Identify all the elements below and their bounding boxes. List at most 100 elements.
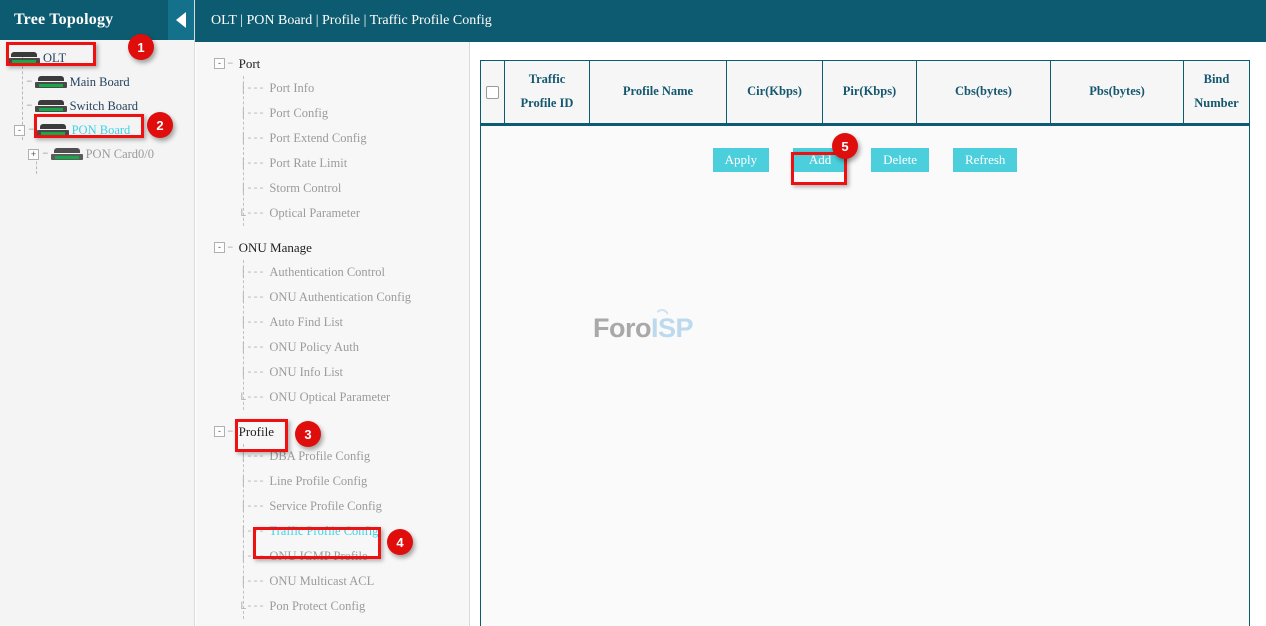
- table-header-traffic-profile-id: TrafficProfile ID: [505, 61, 590, 123]
- tree-node-main-board[interactable]: – Main Board: [0, 70, 194, 94]
- sidebar-item-label: Line Profile Config: [269, 474, 367, 489]
- sidebar-item-label: Service Profile Config: [269, 499, 381, 514]
- sidebar-item-label: Auto Find List: [269, 315, 343, 330]
- tree-expander-collapse-icon[interactable]: -: [214, 426, 225, 437]
- tree-node-label: PON Card0/0: [86, 147, 154, 162]
- nav-group-label: ONU Manage: [239, 240, 312, 256]
- chevron-left-icon: [176, 12, 186, 28]
- column-label: Cir(Kbps): [747, 80, 802, 104]
- foroisp-watermark: ForoISP: [593, 313, 703, 347]
- nav-tick-icon: |---: [240, 576, 264, 588]
- tree-node-pon-card[interactable]: + – PON Card0/0: [0, 142, 194, 166]
- sidebar-item-label: Storm Control: [269, 181, 341, 196]
- device-board-icon: [51, 148, 83, 161]
- nav-items-onu-manage: |--- Authentication Control |--- ONU Aut…: [196, 260, 469, 410]
- nav-tick-icon: |---: [240, 551, 264, 563]
- sidebar-item-optical-parameter[interactable]: L--- Optical Parameter: [196, 201, 469, 226]
- traffic-profile-panel: TrafficProfile ID Profile Name Cir(Kbps)…: [480, 60, 1250, 626]
- sidebar-item-label: Port Rate Limit: [269, 156, 347, 171]
- add-button[interactable]: Add: [793, 148, 847, 172]
- tree-expander-collapse-icon[interactable]: -: [214, 242, 225, 253]
- sidebar-item-onu-multicast-acl[interactable]: |--- ONU Multicast ACL: [196, 569, 469, 594]
- sidebar-item-label: Optical Parameter: [269, 206, 360, 221]
- tree-node-pon-board[interactable]: - – PON Board: [0, 118, 194, 142]
- nav-tick-icon: |---: [240, 133, 264, 145]
- sidebar-item-port-config[interactable]: |--- Port Config: [196, 101, 469, 126]
- column-label: Profile Name: [623, 80, 693, 104]
- sidebar-item-label: ONU Multicast ACL: [269, 574, 374, 589]
- column-label: Pir(Kbps): [843, 80, 896, 104]
- tree-expander-collapse-icon[interactable]: -: [14, 125, 25, 136]
- sidebar-item-onu-authentication-config[interactable]: |--- ONU Authentication Config: [196, 285, 469, 310]
- device-board-icon: [8, 52, 40, 65]
- nav-tick-icon: |---: [240, 367, 264, 379]
- table-header-row: TrafficProfile ID Profile Name Cir(Kbps)…: [481, 61, 1249, 126]
- top-header-bar: OLT | PON Board | Profile | Traffic Prof…: [195, 0, 1266, 42]
- sidebar-item-traffic-profile-config[interactable]: |--- Traffic Profile Config: [196, 519, 469, 544]
- column-label: Cbs(bytes): [955, 80, 1012, 104]
- tree-topology-header: Tree Topology: [0, 0, 194, 40]
- tree-topology-title: Tree Topology: [0, 11, 113, 29]
- nav-tick-icon: |---: [240, 108, 264, 120]
- sidebar-item-dba-profile-config[interactable]: |--- DBA Profile Config: [196, 444, 469, 469]
- table-header-pbs: Pbs(bytes): [1051, 61, 1184, 123]
- sidebar-item-label: Traffic Profile Config: [269, 524, 378, 539]
- action-button-row: Apply Add Delete Refresh: [481, 126, 1249, 194]
- refresh-button[interactable]: Refresh: [953, 148, 1017, 172]
- column-label: TrafficProfile ID: [521, 68, 574, 116]
- sidebar-item-label: ONU Policy Auth: [269, 340, 359, 355]
- sidebar-item-label: ONU Info List: [269, 365, 343, 380]
- tree-node-olt[interactable]: OLT: [0, 46, 194, 70]
- sidebar-item-storm-control[interactable]: |--- Storm Control: [196, 176, 469, 201]
- apply-button[interactable]: Apply: [713, 148, 770, 172]
- nav-group-port[interactable]: - – Port: [196, 51, 469, 76]
- tree-expander-expand-icon[interactable]: +: [28, 149, 39, 160]
- nav-tick-icon: |---: [240, 83, 264, 95]
- sidebar-item-authentication-control[interactable]: |--- Authentication Control: [196, 260, 469, 285]
- nav-tick-icon: L---: [240, 392, 264, 404]
- table-header-pir: Pir(Kbps): [823, 61, 917, 123]
- sidebar-item-onu-info-list[interactable]: |--- ONU Info List: [196, 360, 469, 385]
- sidebar-item-label: Port Config: [269, 106, 328, 121]
- sidebar-item-auto-find-list[interactable]: |--- Auto Find List: [196, 310, 469, 335]
- nav-tick-icon: |---: [240, 158, 264, 170]
- nav-tick-icon: |---: [240, 183, 264, 195]
- nav-tick-icon: |---: [240, 342, 264, 354]
- nav-group-profile[interactable]: - – Profile: [196, 419, 469, 444]
- sidebar-item-label: Port Extend Config: [269, 131, 366, 146]
- nav-branch-dash: –: [227, 242, 234, 254]
- sidebar-item-port-rate-limit[interactable]: |--- Port Rate Limit: [196, 151, 469, 176]
- column-label: BindNumber: [1194, 68, 1238, 116]
- table-header-profile-name: Profile Name: [590, 61, 727, 123]
- tree-branch-dash: –: [42, 148, 49, 160]
- select-all-checkbox[interactable]: [486, 86, 499, 99]
- sidebar-item-onu-policy-auth[interactable]: |--- ONU Policy Auth: [196, 335, 469, 360]
- sidebar-item-service-profile-config[interactable]: |--- Service Profile Config: [196, 494, 469, 519]
- nav-tick-icon: L---: [240, 601, 264, 613]
- sidebar-item-label: Port Info: [269, 81, 314, 96]
- navigation-menu: - – Port |--- Port Info |--- Port Config…: [196, 42, 470, 626]
- tree-node-label: Switch Board: [70, 99, 138, 114]
- tree-expander-collapse-icon[interactable]: -: [214, 58, 225, 69]
- sidebar-item-line-profile-config[interactable]: |--- Line Profile Config: [196, 469, 469, 494]
- tree-branch-dash: –: [26, 76, 33, 88]
- nav-tick-icon: |---: [240, 292, 264, 304]
- sidebar-item-onu-optical-parameter[interactable]: L--- ONU Optical Parameter: [196, 385, 469, 410]
- content-area: TrafficProfile ID Profile Name Cir(Kbps)…: [471, 42, 1266, 626]
- nav-branch-dash: –: [227, 58, 234, 70]
- nav-group-label: Port: [239, 56, 261, 72]
- nav-group-onu-manage[interactable]: - – ONU Manage: [196, 235, 469, 260]
- sidebar-item-label: DBA Profile Config: [269, 449, 370, 464]
- sidebar-item-port-info[interactable]: |--- Port Info: [196, 76, 469, 101]
- sidebar-item-pon-protect-config[interactable]: L--- Pon Protect Config: [196, 594, 469, 619]
- tree-node-switch-board[interactable]: – Switch Board: [0, 94, 194, 118]
- nav-tick-icon: |---: [240, 501, 264, 513]
- device-board-icon: [35, 76, 67, 89]
- nav-tick-icon: |---: [240, 267, 264, 279]
- collapse-panel-button[interactable]: [168, 0, 194, 40]
- nav-items-port: |--- Port Info |--- Port Config |--- Por…: [196, 76, 469, 226]
- nav-tick-icon: L---: [240, 208, 264, 220]
- sidebar-item-port-extend-config[interactable]: |--- Port Extend Config: [196, 126, 469, 151]
- sidebar-item-onu-igmp-profile[interactable]: |--- ONU IGMP Profile: [196, 544, 469, 569]
- delete-button[interactable]: Delete: [871, 148, 929, 172]
